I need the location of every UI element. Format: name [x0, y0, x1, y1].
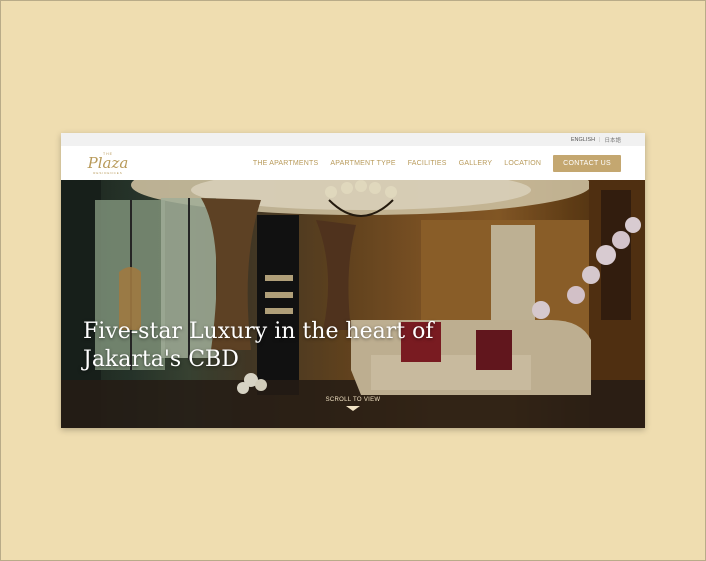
lang-separator: | [599, 136, 601, 143]
scroll-label: SCROLL TO VIEW [325, 397, 381, 403]
hero-title-line-2: Jakarta's CBD [83, 347, 239, 372]
lang-english-link[interactable]: ENGLISH [571, 137, 595, 143]
hero-banner: Five-star Luxury in the heart of Jakarta… [61, 180, 645, 428]
chevron-down-icon[interactable] [346, 406, 360, 411]
plaza-logo[interactable]: THE Plaza RESIDENCES [85, 152, 131, 175]
nav-item-the-apartments[interactable]: THE APARTMENTS [253, 160, 319, 167]
language-bar: ENGLISH | 日本語 [61, 133, 645, 146]
website-screenshot: ENGLISH | 日本語 THE Plaza RESIDENCES THE A… [61, 133, 645, 428]
lang-japanese-link[interactable]: 日本語 [604, 136, 621, 144]
scroll-to-view[interactable]: SCROLL TO VIEW [325, 397, 381, 411]
nav-item-location[interactable]: LOCATION [504, 160, 541, 167]
nav-item-apartment-type[interactable]: APARTMENT TYPE [330, 160, 395, 167]
logo-name: Plaza [87, 153, 129, 172]
nav-item-gallery[interactable]: GALLERY [459, 160, 493, 167]
hero-lobby-image [61, 180, 645, 428]
nav-item-facilities[interactable]: FACILITIES [408, 160, 447, 167]
nav-menu: THE APARTMENTS APARTMENT TYPE FACILITIES… [253, 154, 621, 172]
logo-sub: RESIDENCES [93, 170, 123, 175]
hero-title: Five-star Luxury in the heart of Jakarta… [83, 318, 443, 374]
hero-title-line-1: Five-star Luxury in the heart of [83, 319, 434, 344]
contact-us-button[interactable]: CONTACT US [553, 154, 621, 172]
main-navbar: THE Plaza RESIDENCES THE APARTMENTS APAR… [61, 146, 645, 180]
